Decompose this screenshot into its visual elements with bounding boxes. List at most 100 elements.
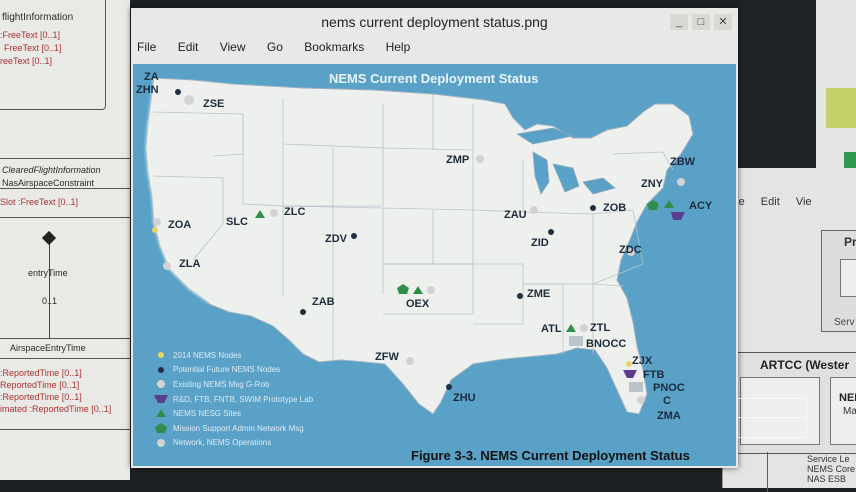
legend-symbol-circle-gray [157, 439, 165, 447]
map-label-ztl: ZTL [590, 322, 611, 334]
uml-text: Slot :FreeText [0..1] [0, 197, 79, 207]
marker-circle-gray [153, 218, 161, 226]
menu-file[interactable]: File [137, 40, 156, 54]
legend-item: R&D, FTB, FNTB, SWIM Prototype Lab [173, 394, 314, 404]
uml-diamond-icon [41, 230, 57, 246]
map-label-slc: SLC [226, 216, 248, 228]
marker-purple-shape [671, 212, 685, 220]
figure-caption: Figure 3-3. NEMS Current Deployment Stat… [411, 448, 690, 463]
legend-symbol-circle-gray [157, 380, 165, 388]
legend-symbol-green-pentagon [155, 423, 167, 433]
background-window-right: File Edit Vie Pr Serv ARTCC (Wester NEM … [722, 168, 856, 492]
map-title: NEMS Current Deployment Status [329, 71, 539, 86]
watermark-line: CASE [738, 417, 806, 436]
map-label-zau: ZAU [504, 209, 527, 221]
diagram-connector [767, 452, 768, 492]
map-label-zhn: ZHN [136, 84, 159, 96]
window-controls: _ □ ✕ [670, 14, 732, 30]
legend-symbol-dot-yellow [158, 352, 164, 358]
map-label-zse: ZSE [203, 98, 225, 110]
uml-association-line [49, 244, 50, 339]
map-image: NEMS Current Deployment Status 2014 NEMS… [133, 64, 736, 466]
uml-text: ReportedTime [0..1] [0, 380, 80, 390]
uml-text: NasAirspaceConstraint [2, 178, 95, 188]
legend-symbol-purple-shape [154, 395, 168, 403]
map-label-zfw: ZFW [375, 351, 399, 363]
image-viewer-window: nems current deployment status.png _ □ ✕… [131, 8, 738, 468]
diagram-text: Service Le [807, 454, 850, 464]
marker-circle-gray [427, 286, 435, 294]
marker-circle-gray [637, 396, 645, 404]
map-label-acy: ACY [689, 200, 713, 212]
marker-dot-dark [590, 205, 596, 211]
background-menu-bar: File Edit Vie [727, 196, 825, 208]
uml-text: AirspaceEntryTime [10, 343, 86, 353]
menu-edit[interactable]: Edit [178, 40, 199, 54]
uml-text: flightInformation [2, 12, 74, 23]
uml-text: ClearedFlightInformation [2, 165, 101, 175]
marker-circle-gray [163, 262, 171, 270]
marker-dot-dark [548, 229, 554, 235]
marker-circle-gray [184, 95, 194, 105]
marker-circle-gray [580, 324, 588, 332]
maximize-button[interactable]: □ [692, 14, 710, 30]
map-label-za: ZA [144, 71, 159, 83]
legend-item: NEMS NESG Sites [173, 409, 242, 419]
uml-text: :FreeText [0..1] [0, 30, 61, 40]
menu-bar: File Edit View Go Bookmarks Help [131, 40, 422, 58]
map-label-zdv: ZDV [325, 233, 347, 245]
watermark-line: SHOW [747, 399, 797, 417]
menu-go[interactable]: Go [267, 40, 283, 54]
uml-text: imated :ReportedTime [0..1] [0, 404, 112, 414]
map-label-pnoc: PNOC [653, 382, 685, 394]
diagram-box-pr: Pr Serv [821, 230, 856, 332]
map-label-zbw: ZBW [670, 156, 696, 168]
marker-dot-dark [351, 233, 357, 239]
legend-item: Network, NEMS Operations [173, 438, 272, 448]
diagram-text: Pr [844, 235, 856, 249]
uml-text: reeText [0..1] [0, 56, 53, 66]
map-label-zoa: ZOA [168, 219, 192, 231]
marker-dot-dark [517, 293, 523, 299]
map-label-zhu: ZHU [453, 392, 476, 404]
map-label-zab: ZAB [312, 296, 335, 308]
marker-circle-gray [406, 357, 414, 365]
legend-symbols [154, 352, 168, 447]
marker-circle-gray [476, 155, 484, 163]
background-uml-document: flightInformation :FreeText [0..1] FreeT… [0, 0, 130, 480]
legend-symbol-green-triangle [156, 409, 166, 417]
diagram-text: NEMS Core [807, 464, 856, 474]
marker-circle-gray [270, 209, 278, 217]
uml-class-box-airspace-divider [0, 358, 130, 359]
showcase-watermark-logo: SHOW CASE [737, 398, 807, 438]
marker-dot-yellow [152, 227, 158, 233]
map-label-oex: OEX [406, 298, 430, 310]
uml-text: :ReportedTime [0..1] [0, 368, 82, 378]
minimize-button[interactable]: _ [670, 14, 688, 30]
map-label-c: C [663, 395, 671, 407]
map-legend: 2014 NEMS Nodes Potential Future NEMS No… [173, 348, 313, 450]
diagram-text: ARTCC (Wester [760, 358, 850, 372]
map-label-ftb: FTB [643, 369, 665, 381]
menu-edit[interactable]: Edit [761, 196, 780, 208]
menu-view[interactable]: View [220, 40, 246, 54]
menu-view[interactable]: Vie [796, 196, 812, 208]
uml-text: FreeText [0..1] [4, 43, 62, 53]
menu-help[interactable]: Help [386, 40, 411, 54]
map-label-zjx: ZJX [632, 355, 653, 367]
uml-text: entryTime [28, 268, 68, 278]
diagram-text: NEM [839, 392, 856, 404]
marker-circle-gray [677, 178, 685, 186]
map-label-zid: ZID [531, 237, 549, 249]
legend-item: Potential Future NEMS Nodes [173, 365, 281, 375]
close-button[interactable]: ✕ [714, 14, 732, 30]
uml-class-box-divider [0, 188, 130, 189]
map-label-zlc: ZLC [284, 206, 306, 218]
map-label-bnocc: BNOCC [586, 338, 627, 350]
uml-text: :ReportedTime [0..1] [0, 392, 82, 402]
diagram-text: Ma [843, 406, 856, 417]
menu-bookmarks[interactable]: Bookmarks [304, 40, 364, 54]
legend-item: Existing NEMS Msg G-Rob [173, 379, 270, 389]
legend-symbol-dot-dark [158, 367, 164, 373]
diagram-text: NAS ESB [807, 474, 847, 484]
